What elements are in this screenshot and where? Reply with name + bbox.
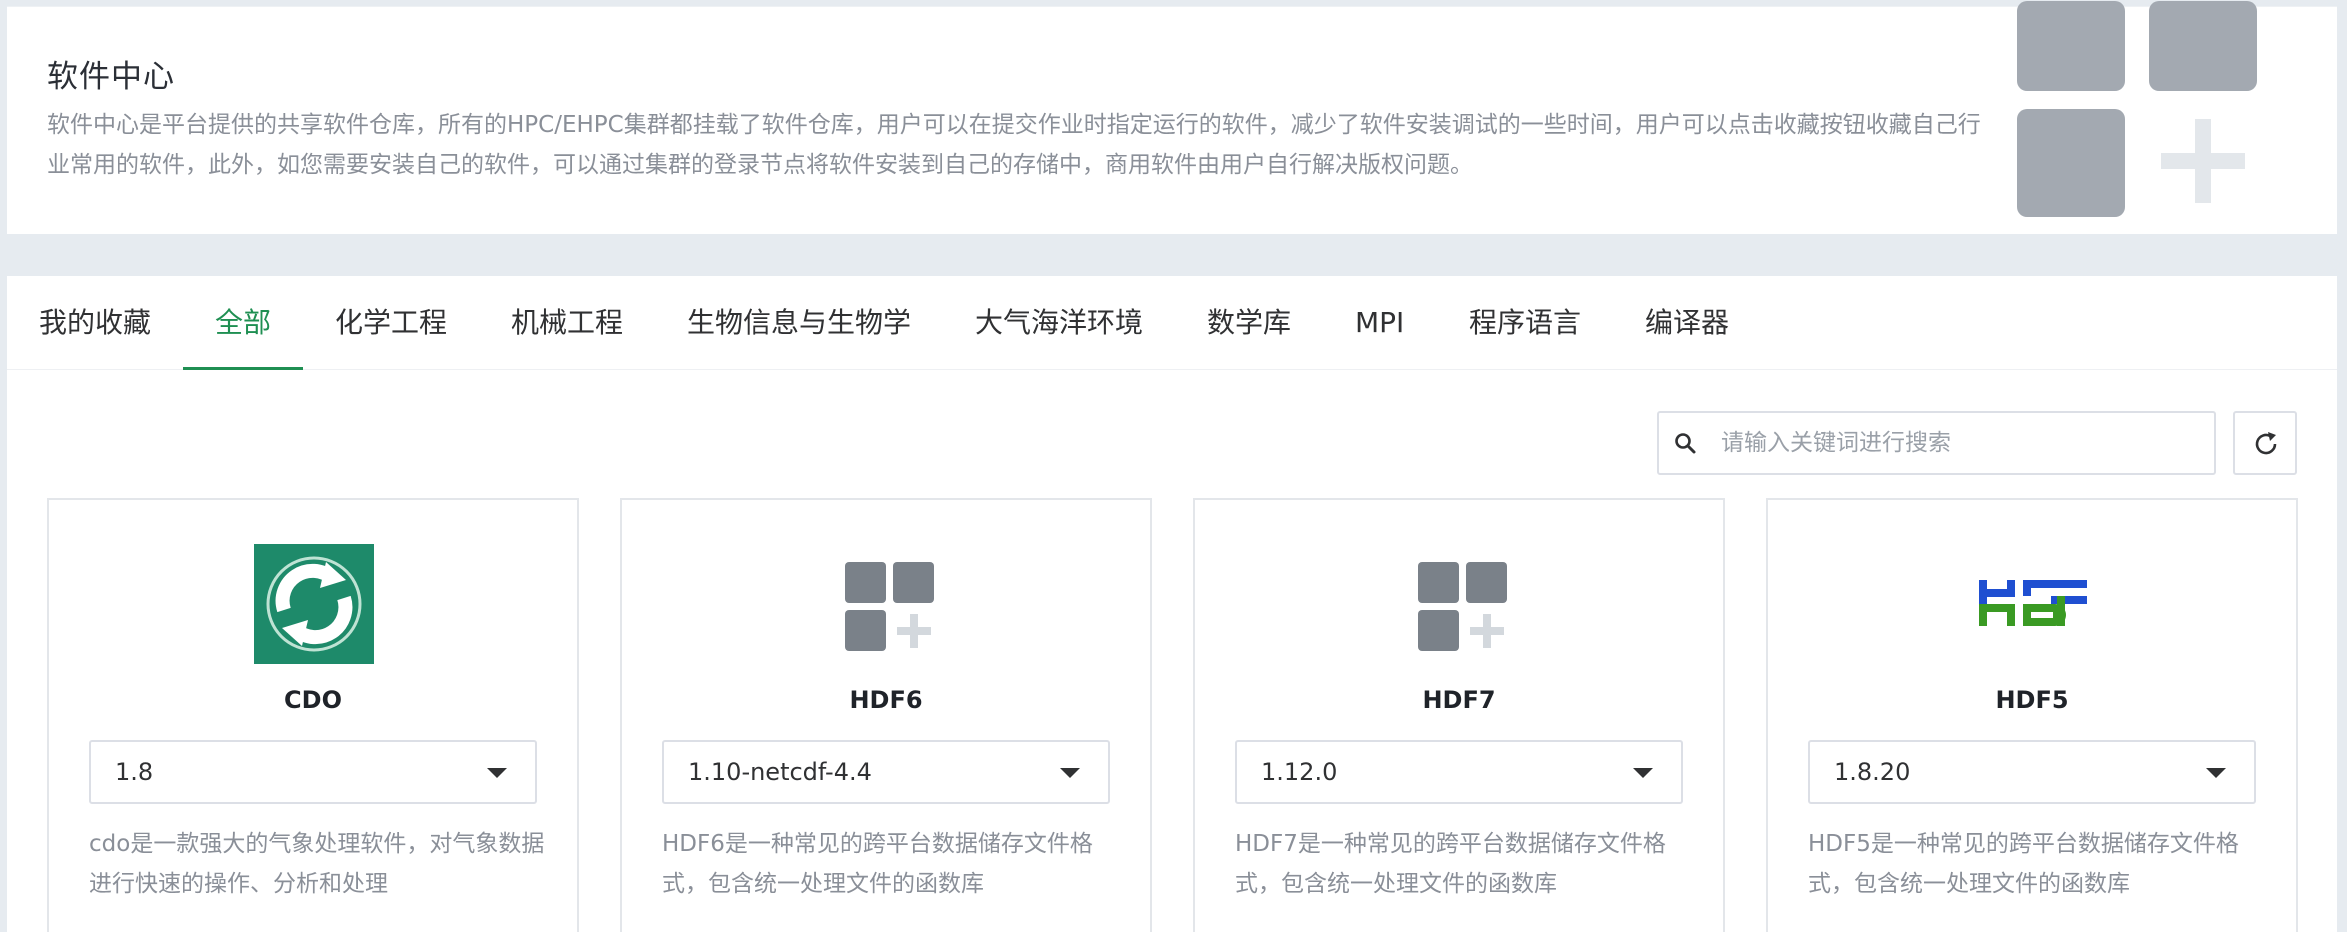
tab-bioinformatics[interactable]: 生物信息与生物学 xyxy=(687,276,911,370)
software-card[interactable]: HDF5 1.8.20 HDF5是一种常见的跨平台数据储存文件格式，包含统一处理… xyxy=(1766,498,2298,932)
search-icon xyxy=(1675,433,1696,454)
search-input[interactable] xyxy=(1721,413,2201,473)
software-card[interactable]: HDF6 1.10-netcdf-4.4 HDF6是一种常见的跨平台数据储存文件… xyxy=(620,498,1152,932)
software-card[interactable]: CDO 1.8 cdo是一款强大的气象处理软件，对气象数据进行快速的操作、分析和… xyxy=(47,498,579,932)
version-select[interactable]: 1.10-netcdf-4.4 xyxy=(662,740,1110,804)
tab-mechanical-engineering[interactable]: 机械工程 xyxy=(511,276,623,370)
version-value: 1.10-netcdf-4.4 xyxy=(688,758,872,786)
software-name: HDF5 xyxy=(1995,686,2069,714)
header-card: 软件中心 软件中心是平台提供的共享软件仓库，所有的HPC/EHPC集群都挂载了软… xyxy=(7,1,2337,234)
software-description: HDF5是一种常见的跨平台数据储存文件格式，包含统一处理文件的函数库 xyxy=(1808,831,2239,897)
page-title: 软件中心 xyxy=(47,59,175,95)
version-select[interactable]: 1.8.20 xyxy=(1808,740,2256,804)
category-tabs: 我的收藏 全部 化学工程 机械工程 生物信息与生物学 大气海洋环境 数学库 MP… xyxy=(7,276,2337,370)
version-value: 1.8 xyxy=(115,758,154,786)
version-select[interactable]: 1.12.0 xyxy=(1235,740,1683,804)
search-box[interactable] xyxy=(1657,411,2216,475)
refresh-icon xyxy=(2255,432,2277,455)
hdf-logo xyxy=(1973,544,2093,664)
version-select[interactable]: 1.8 xyxy=(89,740,537,804)
caret-down-icon xyxy=(1633,768,1653,778)
caret-down-icon xyxy=(1060,768,1080,778)
cdo-logo xyxy=(254,544,374,664)
version-value: 1.12.0 xyxy=(1261,758,1338,786)
apps-plus-icon xyxy=(1400,544,1520,664)
software-description: HDF7是一种常见的跨平台数据储存文件格式，包含统一处理文件的函数库 xyxy=(1235,831,1666,897)
active-tab-indicator xyxy=(183,367,303,370)
software-card[interactable]: HDF7 1.12.0 HDF7是一种常见的跨平台数据储存文件格式，包含统一处理… xyxy=(1193,498,1725,932)
software-name: HDF6 xyxy=(849,686,923,714)
software-panel: 我的收藏 全部 化学工程 机械工程 生物信息与生物学 大气海洋环境 数学库 MP… xyxy=(7,276,2337,932)
tab-compilers[interactable]: 编译器 xyxy=(1645,276,1729,370)
version-value: 1.8.20 xyxy=(1834,758,1911,786)
tab-math-library[interactable]: 数学库 xyxy=(1207,276,1291,370)
caret-down-icon xyxy=(487,768,507,778)
tab-atmosphere-ocean[interactable]: 大气海洋环境 xyxy=(975,276,1143,370)
software-name: HDF7 xyxy=(1422,686,1496,714)
tab-chemical-engineering[interactable]: 化学工程 xyxy=(335,276,447,370)
software-description: HDF6是一种常见的跨平台数据储存文件格式，包含统一处理文件的函数库 xyxy=(662,831,1093,897)
software-name: CDO xyxy=(284,686,342,714)
tab-mpi[interactable]: MPI xyxy=(1355,276,1404,370)
tab-favorites[interactable]: 我的收藏 xyxy=(39,276,151,370)
tab-programming-languages[interactable]: 程序语言 xyxy=(1469,276,1581,370)
software-description: cdo是一款强大的气象处理软件，对气象数据进行快速的操作、分析和处理 xyxy=(89,831,545,897)
page-description: 软件中心是平台提供的共享软件仓库，所有的HPC/EHPC集群都挂载了软件仓库，用… xyxy=(47,112,1981,178)
tab-all[interactable]: 全部 xyxy=(215,276,271,370)
caret-down-icon xyxy=(2206,768,2226,778)
refresh-button[interactable] xyxy=(2233,411,2297,475)
apps-plus-icon xyxy=(827,544,947,664)
